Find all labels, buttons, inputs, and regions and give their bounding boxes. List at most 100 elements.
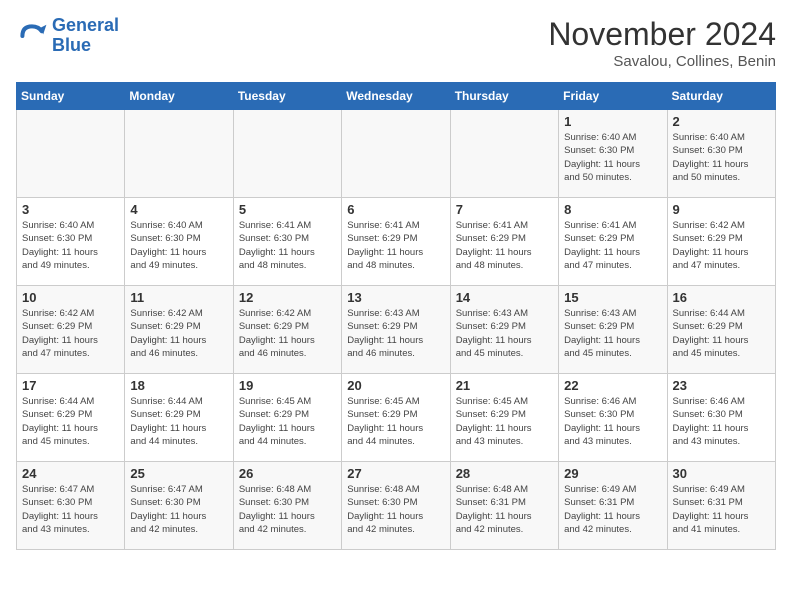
day-info: Sunrise: 6:44 AM Sunset: 6:29 PM Dayligh… [22, 395, 119, 448]
calendar-cell: 8 Sunrise: 6:41 AM Sunset: 6:29 PM Daylig… [559, 198, 667, 286]
day-number: 1 [564, 114, 661, 129]
day-number: 10 [22, 290, 119, 305]
calendar-header: SundayMondayTuesdayWednesdayThursdayFrid… [17, 83, 776, 110]
header-saturday: Saturday [667, 83, 775, 110]
day-number: 19 [239, 378, 336, 393]
calendar-cell: 13 Sunrise: 6:43 AM Sunset: 6:29 PM Dayli… [342, 286, 450, 374]
calendar-body: 1 Sunrise: 6:40 AM Sunset: 6:30 PM Daylig… [17, 110, 776, 550]
header-monday: Monday [125, 83, 233, 110]
day-number: 16 [673, 290, 770, 305]
calendar-cell [233, 110, 341, 198]
day-info: Sunrise: 6:40 AM Sunset: 6:30 PM Dayligh… [22, 219, 119, 272]
header-tuesday: Tuesday [233, 83, 341, 110]
day-info: Sunrise: 6:42 AM Sunset: 6:29 PM Dayligh… [673, 219, 770, 272]
calendar-cell: 29 Sunrise: 6:49 AM Sunset: 6:31 PM Dayli… [559, 462, 667, 550]
calendar-cell [125, 110, 233, 198]
logo-line1: General [52, 15, 119, 35]
header-friday: Friday [559, 83, 667, 110]
calendar-cell: 12Sunrise: 6:42 AM Sunset: 6:29 PM Dayli… [233, 286, 341, 374]
calendar-cell: 30 Sunrise: 6:49 AM Sunset: 6:31 PM Dayli… [667, 462, 775, 550]
logo-icon [16, 20, 48, 52]
day-number: 21 [456, 378, 553, 393]
calendar-cell: 28Sunrise: 6:48 AM Sunset: 6:31 PM Dayli… [450, 462, 558, 550]
day-number: 6 [347, 202, 444, 217]
day-info: Sunrise: 6:45 AM Sunset: 6:29 PM Dayligh… [347, 395, 444, 448]
calendar-cell [450, 110, 558, 198]
calendar-cell: 1 Sunrise: 6:40 AM Sunset: 6:30 PM Daylig… [559, 110, 667, 198]
day-number: 3 [22, 202, 119, 217]
day-number: 2 [673, 114, 770, 129]
calendar-week-2: 3 Sunrise: 6:40 AM Sunset: 6:30 PM Daylig… [17, 198, 776, 286]
day-number: 18 [130, 378, 227, 393]
day-info: Sunrise: 6:48 AM Sunset: 6:30 PM Dayligh… [347, 483, 444, 536]
day-number: 30 [673, 466, 770, 481]
day-number: 22 [564, 378, 661, 393]
day-info: Sunrise: 6:41 AM Sunset: 6:29 PM Dayligh… [347, 219, 444, 272]
calendar-table: SundayMondayTuesdayWednesdayThursdayFrid… [16, 82, 776, 550]
location: Savalou, Collines, Benin [548, 53, 776, 70]
day-info: Sunrise: 6:47 AM Sunset: 6:30 PM Dayligh… [130, 483, 227, 536]
calendar-cell: 15Sunrise: 6:43 AM Sunset: 6:29 PM Dayli… [559, 286, 667, 374]
logo: General Blue [16, 16, 119, 56]
calendar-cell [17, 110, 125, 198]
day-info: Sunrise: 6:48 AM Sunset: 6:31 PM Dayligh… [456, 483, 553, 536]
calendar-cell: 21 Sunrise: 6:45 AM Sunset: 6:29 PM Dayli… [450, 374, 558, 462]
day-info: Sunrise: 6:40 AM Sunset: 6:30 PM Dayligh… [673, 131, 770, 184]
day-info: Sunrise: 6:40 AM Sunset: 6:30 PM Dayligh… [130, 219, 227, 272]
calendar-cell: 9 Sunrise: 6:42 AM Sunset: 6:29 PM Daylig… [667, 198, 775, 286]
day-info: Sunrise: 6:43 AM Sunset: 6:29 PM Dayligh… [564, 307, 661, 360]
day-info: Sunrise: 6:44 AM Sunset: 6:29 PM Dayligh… [130, 395, 227, 448]
day-number: 11 [130, 290, 227, 305]
calendar-cell: 24 Sunrise: 6:47 AM Sunset: 6:30 PM Dayli… [17, 462, 125, 550]
day-info: Sunrise: 6:41 AM Sunset: 6:29 PM Dayligh… [564, 219, 661, 272]
day-info: Sunrise: 6:45 AM Sunset: 6:29 PM Dayligh… [239, 395, 336, 448]
day-info: Sunrise: 6:42 AM Sunset: 6:29 PM Dayligh… [130, 307, 227, 360]
day-number: 24 [22, 466, 119, 481]
calendar-cell: 14Sunrise: 6:43 AM Sunset: 6:29 PM Dayli… [450, 286, 558, 374]
day-number: 23 [673, 378, 770, 393]
calendar-cell: 16 Sunrise: 6:44 AM Sunset: 6:29 PM Dayli… [667, 286, 775, 374]
day-number: 29 [564, 466, 661, 481]
day-number: 26 [239, 466, 336, 481]
calendar-cell: 25 Sunrise: 6:47 AM Sunset: 6:30 PM Dayli… [125, 462, 233, 550]
day-info: Sunrise: 6:47 AM Sunset: 6:30 PM Dayligh… [22, 483, 119, 536]
calendar-cell: 26 Sunrise: 6:48 AM Sunset: 6:30 PM Dayli… [233, 462, 341, 550]
day-number: 12 [239, 290, 336, 305]
calendar-cell: 11 Sunrise: 6:42 AM Sunset: 6:29 PM Dayli… [125, 286, 233, 374]
calendar-cell: 10Sunrise: 6:42 AM Sunset: 6:29 PM Dayli… [17, 286, 125, 374]
day-info: Sunrise: 6:44 AM Sunset: 6:29 PM Dayligh… [673, 307, 770, 360]
day-number: 13 [347, 290, 444, 305]
month-title: November 2024 [548, 16, 776, 53]
calendar-cell: 19 Sunrise: 6:45 AM Sunset: 6:29 PM Dayli… [233, 374, 341, 462]
day-info: Sunrise: 6:45 AM Sunset: 6:29 PM Dayligh… [456, 395, 553, 448]
day-number: 8 [564, 202, 661, 217]
day-info: Sunrise: 6:41 AM Sunset: 6:30 PM Dayligh… [239, 219, 336, 272]
day-info: Sunrise: 6:46 AM Sunset: 6:30 PM Dayligh… [564, 395, 661, 448]
calendar-cell: 23Sunrise: 6:46 AM Sunset: 6:30 PM Dayli… [667, 374, 775, 462]
day-number: 9 [673, 202, 770, 217]
calendar-week-1: 1 Sunrise: 6:40 AM Sunset: 6:30 PM Daylig… [17, 110, 776, 198]
day-number: 5 [239, 202, 336, 217]
day-number: 17 [22, 378, 119, 393]
page-header: General Blue November 2024 Savalou, Coll… [16, 16, 776, 70]
calendar-cell [342, 110, 450, 198]
calendar-cell: 22 Sunrise: 6:46 AM Sunset: 6:30 PM Dayli… [559, 374, 667, 462]
day-number: 27 [347, 466, 444, 481]
logo-text: General Blue [52, 16, 119, 56]
day-info: Sunrise: 6:43 AM Sunset: 6:29 PM Dayligh… [347, 307, 444, 360]
day-number: 25 [130, 466, 227, 481]
day-info: Sunrise: 6:49 AM Sunset: 6:31 PM Dayligh… [564, 483, 661, 536]
day-number: 14 [456, 290, 553, 305]
calendar-cell: 5 Sunrise: 6:41 AM Sunset: 6:30 PM Daylig… [233, 198, 341, 286]
header-row: SundayMondayTuesdayWednesdayThursdayFrid… [17, 83, 776, 110]
calendar-cell: 20 Sunrise: 6:45 AM Sunset: 6:29 PM Dayli… [342, 374, 450, 462]
day-number: 20 [347, 378, 444, 393]
calendar-cell: 6 Sunrise: 6:41 AM Sunset: 6:29 PM Daylig… [342, 198, 450, 286]
calendar-week-3: 10 Sunrise: 6:42 AM Sunset: 6:29 PM Dayli… [17, 286, 776, 374]
day-number: 7 [456, 202, 553, 217]
day-info: Sunrise: 6:40 AM Sunset: 6:30 PM Dayligh… [564, 131, 661, 184]
title-block: November 2024 Savalou, Collines, Benin [548, 16, 776, 70]
day-info: Sunrise: 6:49 AM Sunset: 6:31 PM Dayligh… [673, 483, 770, 536]
calendar-cell: 27 Sunrise: 6:48 AM Sunset: 6:30 PM Dayli… [342, 462, 450, 550]
day-info: Sunrise: 6:48 AM Sunset: 6:30 PM Dayligh… [239, 483, 336, 536]
